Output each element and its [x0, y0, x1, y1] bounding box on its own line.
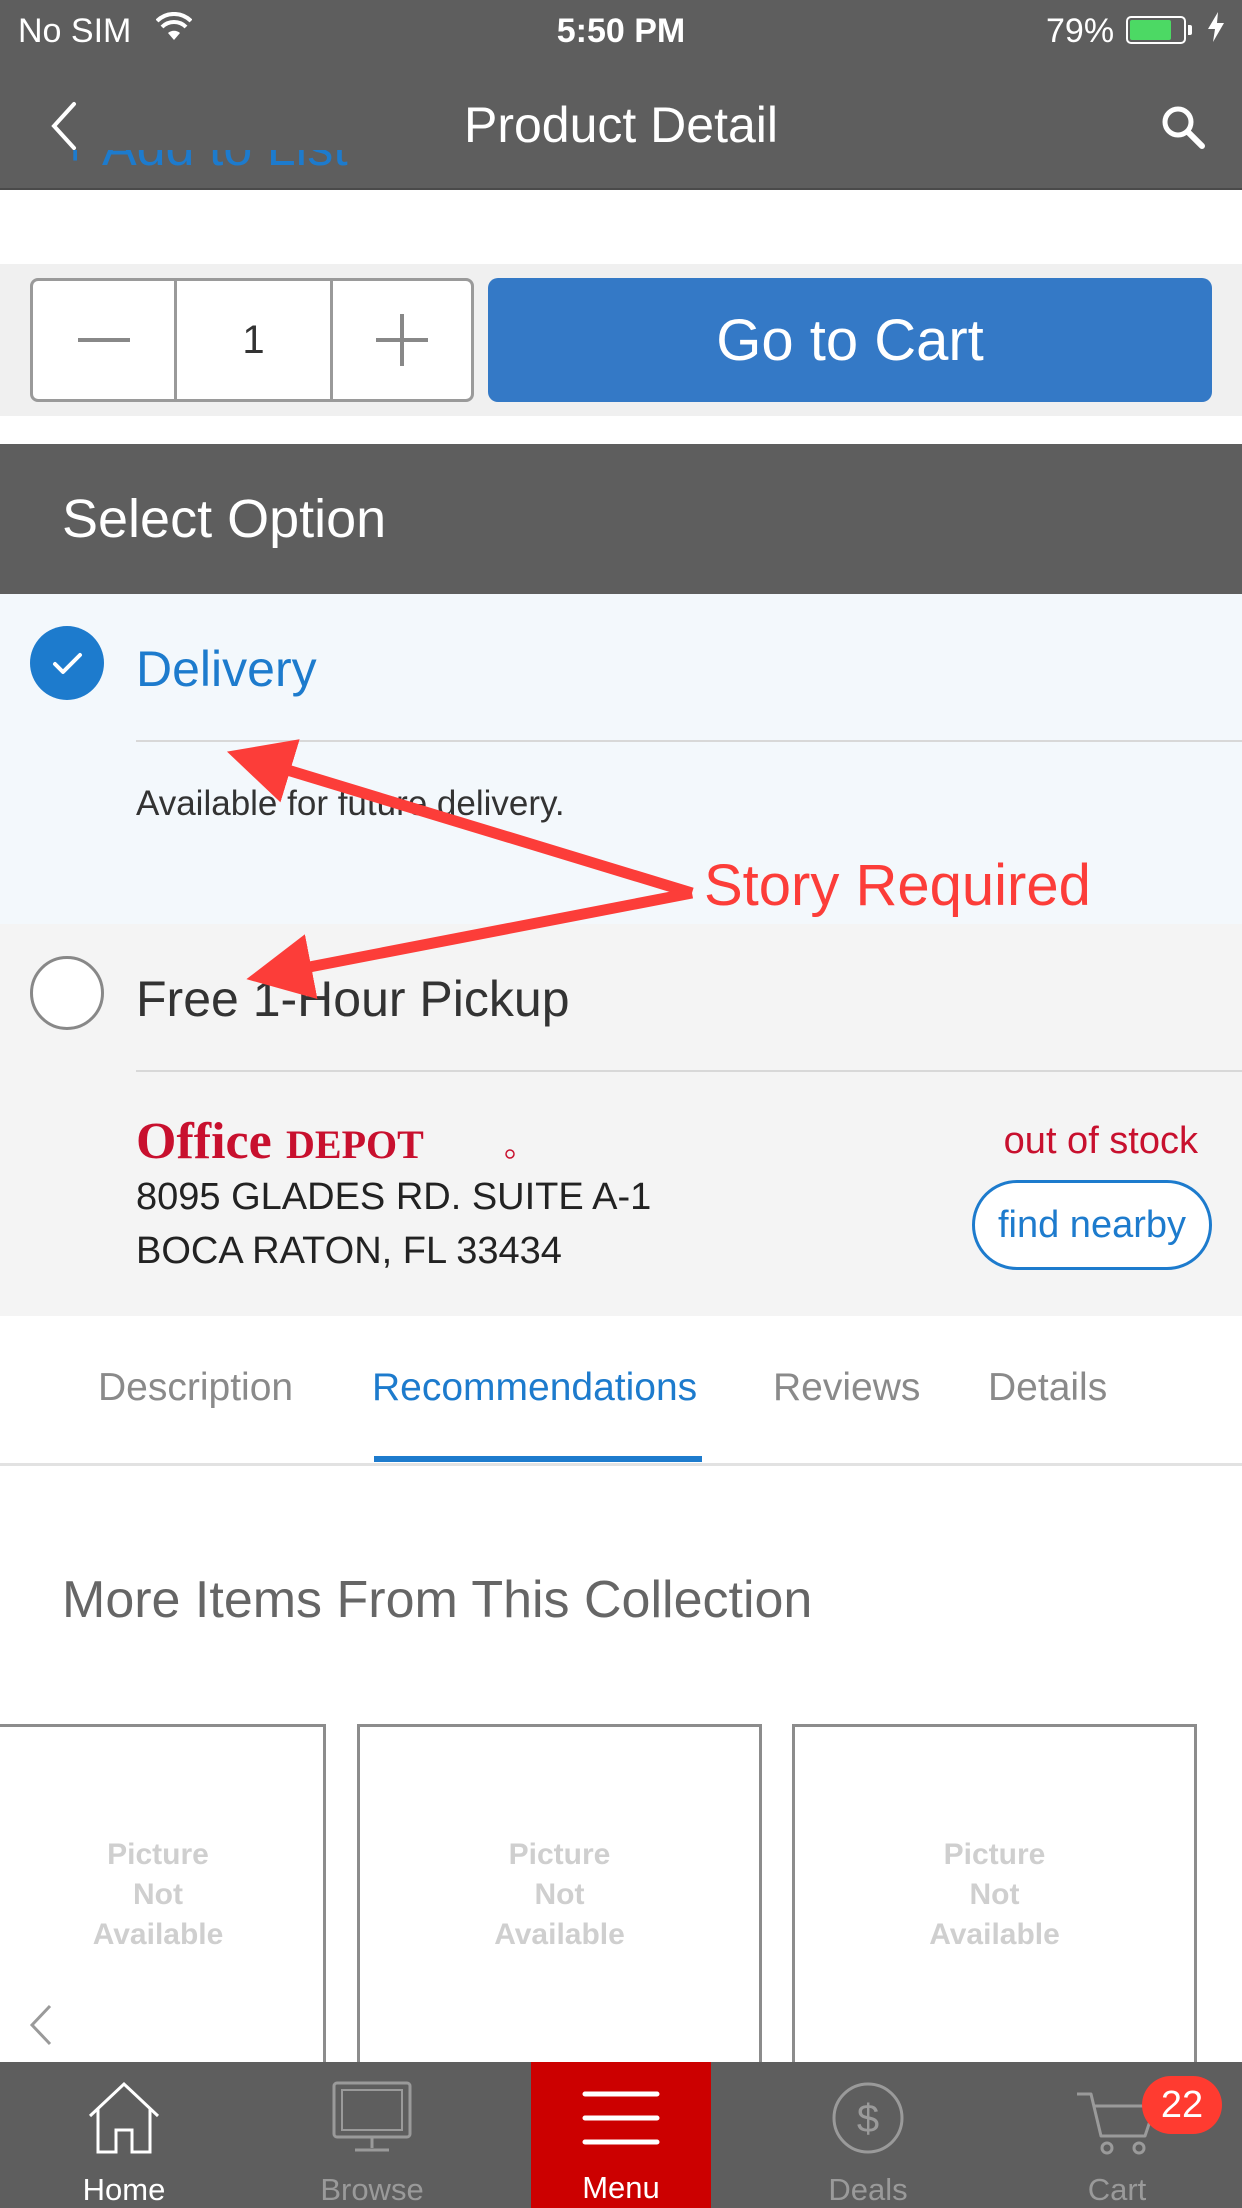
quantity-stepper: 1: [30, 278, 474, 402]
increase-quantity-button[interactable]: [333, 281, 471, 399]
minus-icon: [77, 338, 130, 342]
quantity-value[interactable]: 1: [177, 281, 333, 399]
picture-placeholder: Picture Not Available: [494, 1838, 625, 1951]
divider: [136, 740, 1242, 742]
tab-recommendations[interactable]: Recommendations: [372, 1366, 697, 1410]
office-depot-logo: Office DEPOT: [136, 1113, 515, 1170]
product-tabs: Description Recommendations Reviews Deta…: [0, 1316, 1242, 1466]
find-nearby-button[interactable]: find nearby: [972, 1180, 1212, 1270]
plus-icon: [376, 314, 428, 366]
add-to-list-link[interactable]: + Add to List: [60, 150, 348, 190]
tab-bar-home[interactable]: Home: [0, 2062, 248, 2208]
monitor-icon: [332, 2081, 412, 2152]
tab-bar-menu[interactable]: Menu: [531, 2062, 711, 2208]
section-title: More Items From This Collection: [62, 1571, 813, 1629]
quantity-row: 1 Go to Cart: [0, 264, 1242, 416]
battery-tip: [1188, 25, 1192, 35]
carousel-prev-icon[interactable]: [26, 2000, 56, 2050]
tab-bar-deals[interactable]: $ Deals: [744, 2062, 992, 2208]
battery-fill: [1130, 20, 1171, 40]
product-card[interactable]: Picture Not Available: [357, 1724, 762, 2064]
tab-bar-browse[interactable]: Browse: [248, 2062, 496, 2208]
tab-reviews[interactable]: Reviews: [773, 1366, 920, 1410]
select-option-header: Select Option: [0, 444, 1242, 594]
battery-icon: [1126, 16, 1186, 44]
tab-description[interactable]: Description: [98, 1366, 293, 1410]
checkmark-icon: [53, 653, 82, 674]
menu-icon: [582, 2091, 660, 2145]
stock-status: out of stock: [1003, 1120, 1198, 1162]
tab-bar-label: Cart: [1087, 2172, 1147, 2207]
bottom-tab-bar: Home Browse Menu $ Deals Cart: [0, 2062, 1242, 2208]
cart-count-badge: 22: [1142, 2076, 1222, 2134]
product-card[interactable]: Picture Not Available: [792, 1724, 1197, 2064]
tab-bar-label: Deals: [828, 2172, 908, 2207]
decrease-quantity-button[interactable]: [33, 281, 177, 399]
battery-percent: 79%: [1046, 12, 1115, 50]
annotation-label: Story Required: [704, 853, 1091, 918]
delivery-label: Delivery: [136, 641, 317, 697]
logo-word-office: Office: [136, 1113, 272, 1170]
search-icon[interactable]: [1158, 102, 1208, 152]
pickup-label: Free 1-Hour Pickup: [136, 971, 570, 1027]
logo-word-depot: DEPOT: [286, 1122, 424, 1167]
tab-details[interactable]: Details: [988, 1366, 1107, 1410]
charging-icon: [1208, 12, 1224, 42]
status-bar: No SIM 5:50 PM 79%: [0, 0, 1242, 62]
store-address-line2: BOCA RATON, FL 33434: [136, 1230, 562, 1272]
tab-bar-label: Home: [82, 2172, 166, 2207]
divider: [136, 1070, 1242, 1072]
pickup-option[interactable]: Free 1-Hour Pickup Office DEPOT 8095 GLA…: [0, 924, 1242, 1316]
picture-placeholder: Picture Not Available: [929, 1838, 1060, 1951]
delivery-radio[interactable]: [30, 626, 104, 700]
store-address-line1: 8095 GLADES RD. SUITE A-1: [136, 1176, 652, 1218]
pickup-radio[interactable]: [30, 956, 104, 1030]
tab-bar-label: Menu: [582, 2170, 660, 2205]
page-title: Product Detail: [463, 97, 779, 153]
tab-bar-label: Browse: [320, 2172, 424, 2207]
home-icon: [88, 2081, 160, 2154]
svg-text:$: $: [857, 2097, 879, 2141]
active-tab-indicator: [374, 1456, 702, 1462]
go-to-cart-button[interactable]: Go to Cart: [488, 278, 1212, 402]
delivery-availability: Available for future delivery.: [136, 784, 565, 823]
picture-placeholder: Picture Not Available: [92, 1838, 224, 1951]
dollar-icon: $: [832, 2082, 904, 2154]
add-to-list-label: + Add to List: [60, 150, 348, 174]
